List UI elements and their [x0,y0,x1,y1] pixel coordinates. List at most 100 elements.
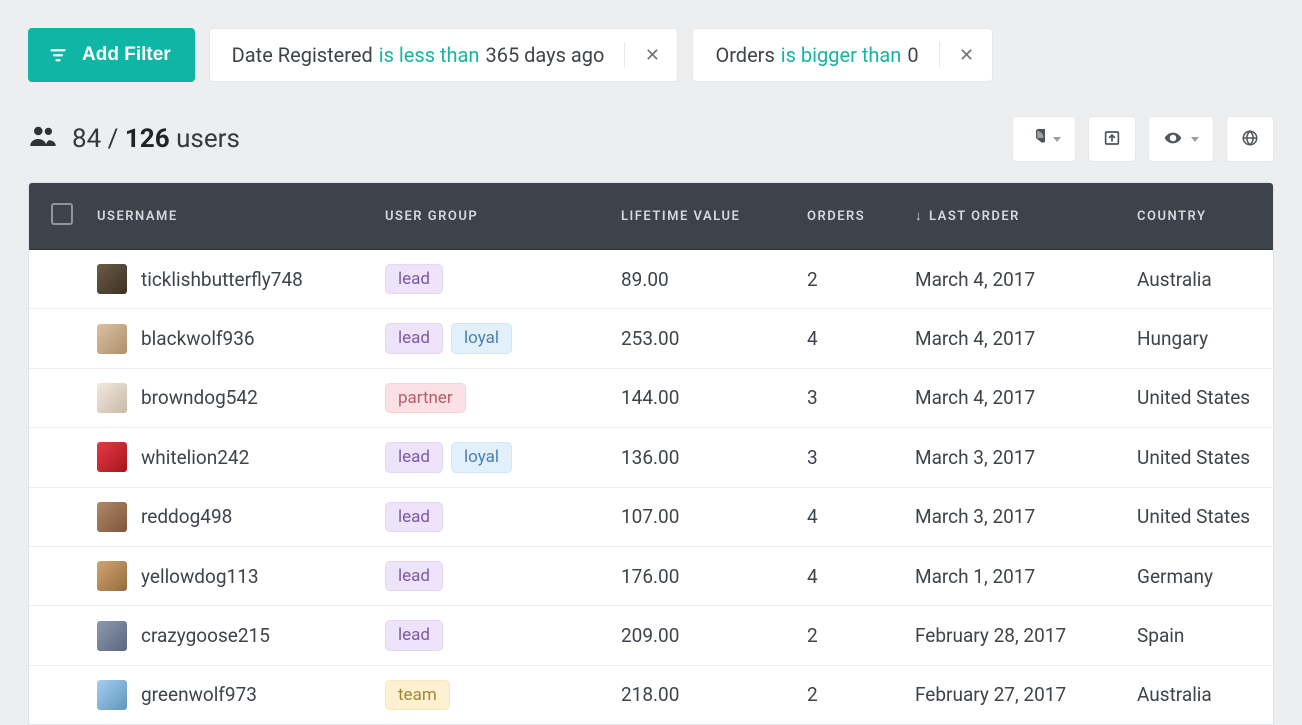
table-row[interactable]: reddog498 lead 107.004March 3, 2017United … [29,487,1273,546]
table-row[interactable]: yellowdog113lead176.004March 1, 2017Germ… [29,546,1273,605]
table-row[interactable]: whitelion242 lead loyal 136.003March 3, 201… [29,428,1273,487]
cell-orders: 2 [793,606,901,665]
col-lifetime-value[interactable]: LIFETIME VALUE [607,183,793,250]
cell-lifetime-value: 209.00 [607,606,793,665]
cell-country: Australia [1123,665,1273,724]
cell-country: United States [1123,428,1273,487]
filter-icon [48,45,68,65]
pie-chart-icon [1027,129,1045,150]
filter-bar: Add Filter Date Registered is less than … [28,28,1274,82]
col-username[interactable]: USERNAME [83,183,371,250]
col-orders[interactable]: ORDERS [793,183,901,250]
table-row[interactable]: crazygoose215 lead 209.002February 28, 201… [29,606,1273,665]
cell-last-order: March 3, 2017 [901,487,1123,546]
cell-country: United States [1123,487,1273,546]
avatar [97,264,127,294]
avatar [97,324,127,354]
filter-operator: is less than [379,43,480,67]
cell-lifetime-value: 107.00 [607,487,793,546]
avatar [97,621,127,651]
cell-user-group: leadloyal [371,309,607,368]
user-group-tag: partner [385,383,466,413]
username: reddog498 [141,505,232,528]
username: blackwolf936 [141,327,255,350]
cell-user-group: lead [371,487,607,546]
cell-orders: 3 [793,428,901,487]
avatar [97,442,127,472]
cell-user-group: lead loyal [371,428,607,487]
result-count: 84 / 126 users [28,121,240,158]
username: whitelion242 [141,446,249,469]
filter-field: Orders [715,43,774,67]
user-group-tag: lead [385,502,443,532]
user-group-tag: lead [385,442,443,472]
cell-orders: 4 [793,309,901,368]
close-icon[interactable]: ✕ [958,45,976,66]
cell-country: Spain [1123,606,1273,665]
count-filtered: 84 [72,124,101,154]
visibility-button[interactable] [1148,116,1214,162]
col-country[interactable]: COUNTRY [1123,183,1273,250]
people-icon [28,121,58,158]
cell-orders: 2 [793,250,901,309]
table-row[interactable]: greenwolf973team218.002February 27, 2017… [29,665,1273,724]
cell-lifetime-value: 136.00 [607,428,793,487]
table-header-row: USERNAME USER GROUP LIFETIME VALUE ORDER… [29,183,1273,250]
export-button[interactable] [1088,116,1136,162]
cell-orders: 4 [793,487,901,546]
cell-country: Hungary [1123,309,1273,368]
user-group-tag: lead [385,561,443,591]
cell-user-group: lead [371,250,607,309]
count-total: 126 [125,124,170,154]
user-group-tag: team [385,680,450,710]
avatar [97,502,127,532]
count-noun: users [170,124,240,154]
user-group-tag: lead [385,264,443,294]
globe-button[interactable] [1226,116,1274,162]
count-toolbar-row: 84 / 126 users [28,116,1274,162]
cell-user-group: partner [371,368,607,427]
avatar [97,383,127,413]
user-group-tag: loyal [451,442,512,472]
caret-down-icon [1053,137,1061,142]
filter-chip[interactable]: Orders is bigger than 0 ✕ [692,28,992,82]
filter-value: 0 [907,43,918,67]
select-all-checkbox[interactable] [51,203,73,225]
sort-desc-icon: ↓ [915,209,923,224]
caret-down-icon [1191,137,1199,142]
table-toolbar [1012,116,1274,162]
cell-orders: 4 [793,546,901,605]
cell-last-order: March 4, 2017 [901,250,1123,309]
cell-user-group: team [371,665,607,724]
cell-lifetime-value: 144.00 [607,368,793,427]
cell-last-order: March 3, 2017 [901,428,1123,487]
cell-lifetime-value: 218.00 [607,665,793,724]
username: crazygoose215 [141,624,270,647]
add-filter-label: Add Filter [82,44,171,66]
table-row[interactable]: ticklishbutterfly748lead89.002March 4, 2… [29,250,1273,309]
username: greenwolf973 [141,683,257,706]
avatar [97,680,127,710]
cell-last-order: March 1, 2017 [901,546,1123,605]
add-filter-button[interactable]: Add Filter [28,28,195,82]
cell-lifetime-value: 176.00 [607,546,793,605]
table-row[interactable]: blackwolf936leadloyal253.004March 4, 201… [29,309,1273,368]
user-group-tag: lead [385,620,443,650]
close-icon[interactable]: ✕ [643,45,661,66]
cell-lifetime-value: 253.00 [607,309,793,368]
col-last-order[interactable]: ↓LAST ORDER [901,183,1123,250]
filter-field: Date Registered [232,43,373,67]
chart-button[interactable] [1012,116,1076,162]
users-table: USERNAME USER GROUP LIFETIME VALUE ORDER… [28,182,1274,725]
cell-country: United States [1123,368,1273,427]
col-user-group[interactable]: USER GROUP [371,183,607,250]
filter-operator: is bigger than [781,43,902,67]
user-group-tag: lead [385,323,443,353]
filter-chip[interactable]: Date Registered is less than 365 days ag… [209,28,679,82]
cell-last-order: February 28, 2017 [901,606,1123,665]
username: ticklishbutterfly748 [141,268,303,291]
cell-country: Germany [1123,546,1273,605]
cell-user-group: lead [371,546,607,605]
table-row[interactable]: browndog542partner144.003March 4, 2017Un… [29,368,1273,427]
globe-icon [1241,129,1259,150]
